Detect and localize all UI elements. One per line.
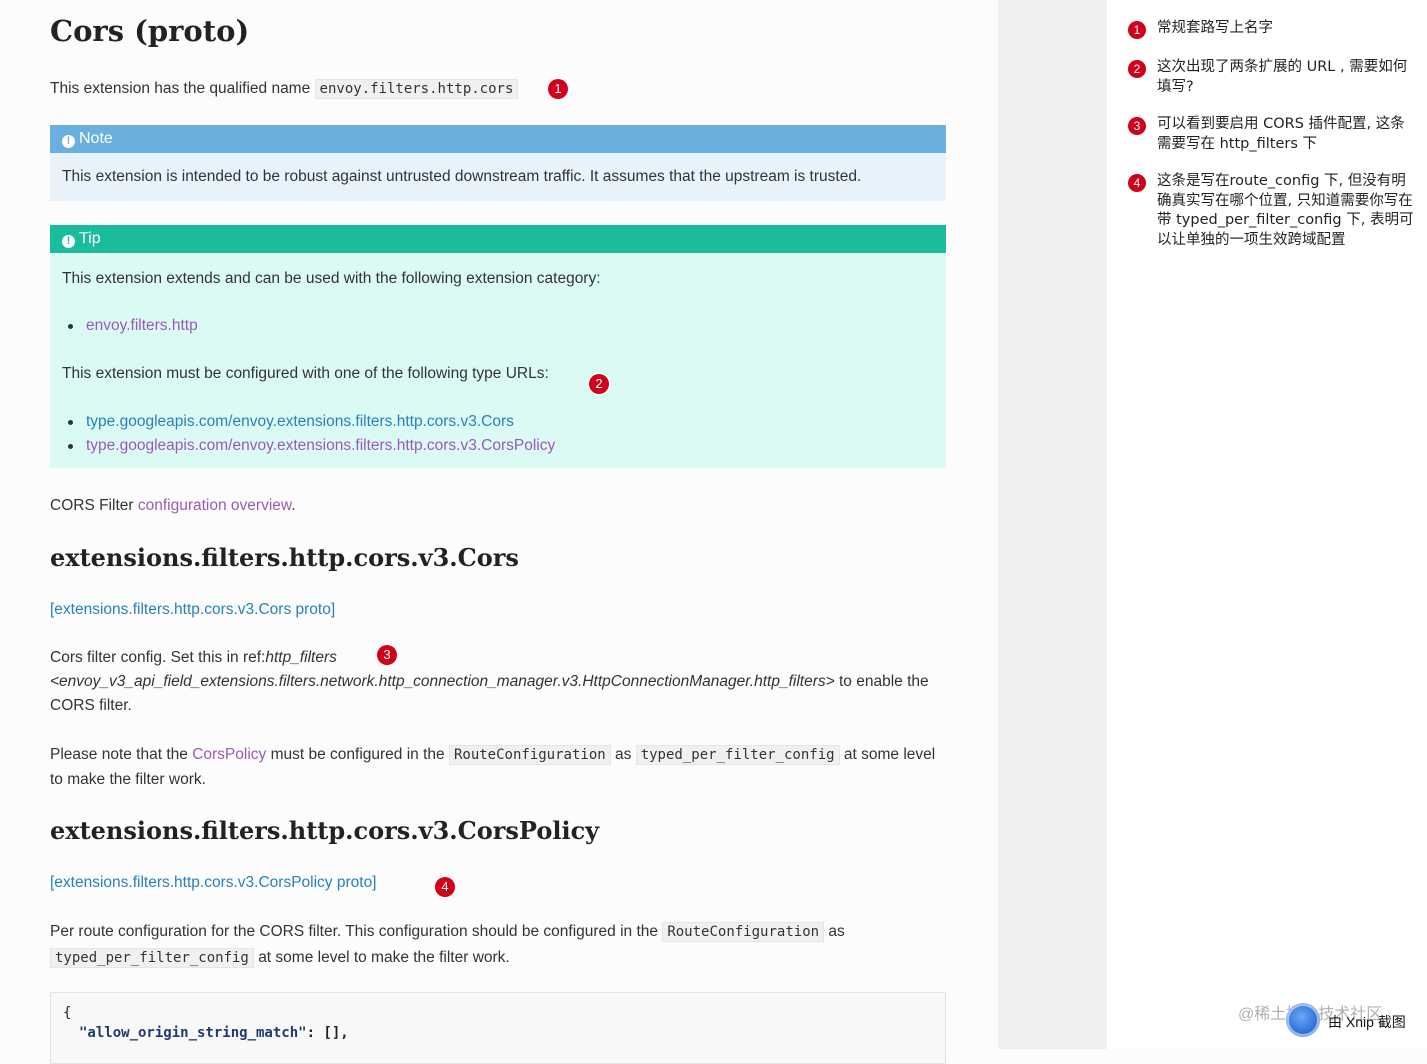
tip-admonition: ! Tip This extension extends and can be u…	[50, 225, 946, 468]
section-heading-corspolicy: extensions.filters.http.cors.v3.CorsPoli…	[50, 816, 600, 845]
annotation-text: 这次出现了两条扩展的 URL , 需要如何填写?	[1157, 59, 1408, 95]
xnip-logo-icon	[1286, 1003, 1320, 1037]
corspolicy-link[interactable]: CorsPolicy	[192, 746, 266, 763]
configuration-overview-link[interactable]: configuration overview	[138, 497, 291, 514]
note-admonition: ! Note This extension is intended to be r…	[50, 125, 946, 201]
http-filters-ref: http_filters	[265, 649, 337, 666]
code-value: : [],	[306, 1025, 349, 1041]
list-item: type.googleapis.com/envoy.extensions.fil…	[67, 434, 555, 458]
category-list: envoy.filters.http	[68, 314, 198, 338]
annotation-number: 4	[1128, 174, 1146, 192]
code-line: "allow_origin_string_match": [],	[79, 1025, 349, 1041]
cors-proto-link[interactable]: [extensions.filters.http.cors.v3.Cors pr…	[50, 601, 335, 618]
page-title: Cors (proto)	[50, 14, 250, 48]
tip-header: ! Tip	[50, 225, 946, 253]
annotation-text: 这条是写在route_config 下, 但没有明确真实写在哪个位置, 只知道需…	[1157, 173, 1414, 248]
cors-note-text: must be configured in the	[270, 746, 445, 763]
section-heading-cors: extensions.filters.http.cors.v3.Cors	[50, 543, 519, 572]
note-body: This extension is intended to be robust …	[50, 153, 946, 201]
routeconfiguration-code: RouteConfiguration	[662, 922, 825, 942]
tip-body: This extension extends and can be used w…	[50, 253, 946, 468]
annotation-panel	[1107, 0, 1427, 1049]
annotation-number: 3	[1128, 117, 1146, 135]
cors-note-paragraph: Please note that the CorsPolicy must be …	[50, 742, 940, 792]
json-code-block: { "allow_origin_string_match": [],	[50, 992, 946, 1064]
cors-note-text: Please note that the	[50, 746, 188, 763]
cors-note-line2: to make the filter work.	[50, 771, 206, 788]
annotation-number: 2	[1128, 60, 1146, 78]
http-filters-ref-target: <envoy_v3_api_field_extensions.filters.n…	[50, 673, 835, 690]
tip-category-text: This extension extends and can be used w…	[62, 270, 601, 287]
divider-gutter	[998, 0, 1107, 1049]
overview-prefix: CORS Filter	[50, 497, 134, 514]
code-line: {	[63, 1005, 72, 1021]
corspolicy-desc-line1: Per route configuration for the CORS fil…	[50, 919, 940, 945]
cors-desc-text: to enable the	[838, 673, 929, 690]
info-icon: !	[62, 135, 75, 148]
marker-4: 4	[435, 877, 455, 897]
corspolicy-desc-line2: typed_per_filter_config at some level to…	[50, 945, 940, 971]
intro-paragraph: This extension has the qualified name en…	[50, 77, 519, 101]
tip-type-urls-text: This extension must be configured with o…	[62, 365, 549, 382]
cors-desc-line2: <envoy_v3_api_field_extensions.filters.n…	[50, 670, 930, 694]
marker-3: 3	[377, 645, 397, 665]
qualified-name-code: envoy.filters.http.cors	[314, 79, 519, 99]
corspolicy-desc-text: Per route configuration for the CORS fil…	[50, 923, 659, 940]
typed-per-filter-config-code: typed_per_filter_config	[50, 948, 254, 968]
cors-desc-line3: CORS filter.	[50, 697, 132, 714]
tip-heading: Tip	[79, 230, 101, 247]
marker-1: 1	[548, 79, 568, 99]
intro-text: This extension has the qualified name	[50, 80, 311, 97]
overview-paragraph: CORS Filter configuration overview.	[50, 494, 296, 518]
note-heading: Note	[79, 130, 113, 147]
annotation-text: 常规套路写上名字	[1157, 20, 1273, 36]
corspolicy-description: Per route configuration for the CORS fil…	[50, 919, 940, 971]
cors-description: Cors filter config. Set this in ref:http…	[50, 646, 930, 718]
annotation-number: 1	[1128, 21, 1146, 39]
type-url-link[interactable]: type.googleapis.com/envoy.extensions.fil…	[86, 413, 514, 430]
corspolicy-proto-link[interactable]: [extensions.filters.http.cors.v3.CorsPol…	[50, 874, 377, 891]
routeconfiguration-code: RouteConfiguration	[448, 745, 611, 765]
typed-per-filter-config-code: typed_per_filter_config	[635, 745, 840, 765]
cors-desc-line1: Cors filter config. Set this in ref:http…	[50, 646, 930, 670]
overview-suffix: .	[291, 497, 296, 514]
annotation-text: 可以看到要启用 CORS 插件配置, 这条需要写在 http_filters 下	[1157, 116, 1405, 152]
info-icon: !	[62, 235, 75, 248]
type-url-list: type.googleapis.com/envoy.extensions.fil…	[67, 410, 555, 458]
corspolicy-proto-link-row: [extensions.filters.http.cors.v3.CorsPol…	[50, 871, 377, 895]
cors-proto-link-row: [extensions.filters.http.cors.v3.Cors pr…	[50, 598, 335, 622]
corspolicy-desc-text: at some level to make the filter work.	[258, 949, 510, 966]
cors-note-line1: Please note that the CorsPolicy must be …	[50, 742, 940, 768]
xnip-label: 由 Xnip 截图	[1328, 1014, 1406, 1030]
code-key: "allow_origin_string_match"	[79, 1025, 307, 1041]
type-url-link[interactable]: type.googleapis.com/envoy.extensions.fil…	[86, 437, 555, 454]
cors-note-text: at some level	[843, 746, 936, 763]
cors-note-text: as	[615, 746, 632, 763]
list-item: type.googleapis.com/envoy.extensions.fil…	[67, 410, 555, 434]
category-link[interactable]: envoy.filters.http	[86, 317, 198, 334]
documentation-pane: Cors (proto) This extension has the qual…	[0, 0, 998, 1064]
cors-desc-text: Cors filter config. Set this in ref:	[50, 649, 266, 666]
marker-2: 2	[589, 374, 609, 394]
note-header: ! Note	[50, 125, 946, 153]
list-item: envoy.filters.http	[68, 314, 198, 338]
corspolicy-desc-text: as	[828, 923, 845, 940]
